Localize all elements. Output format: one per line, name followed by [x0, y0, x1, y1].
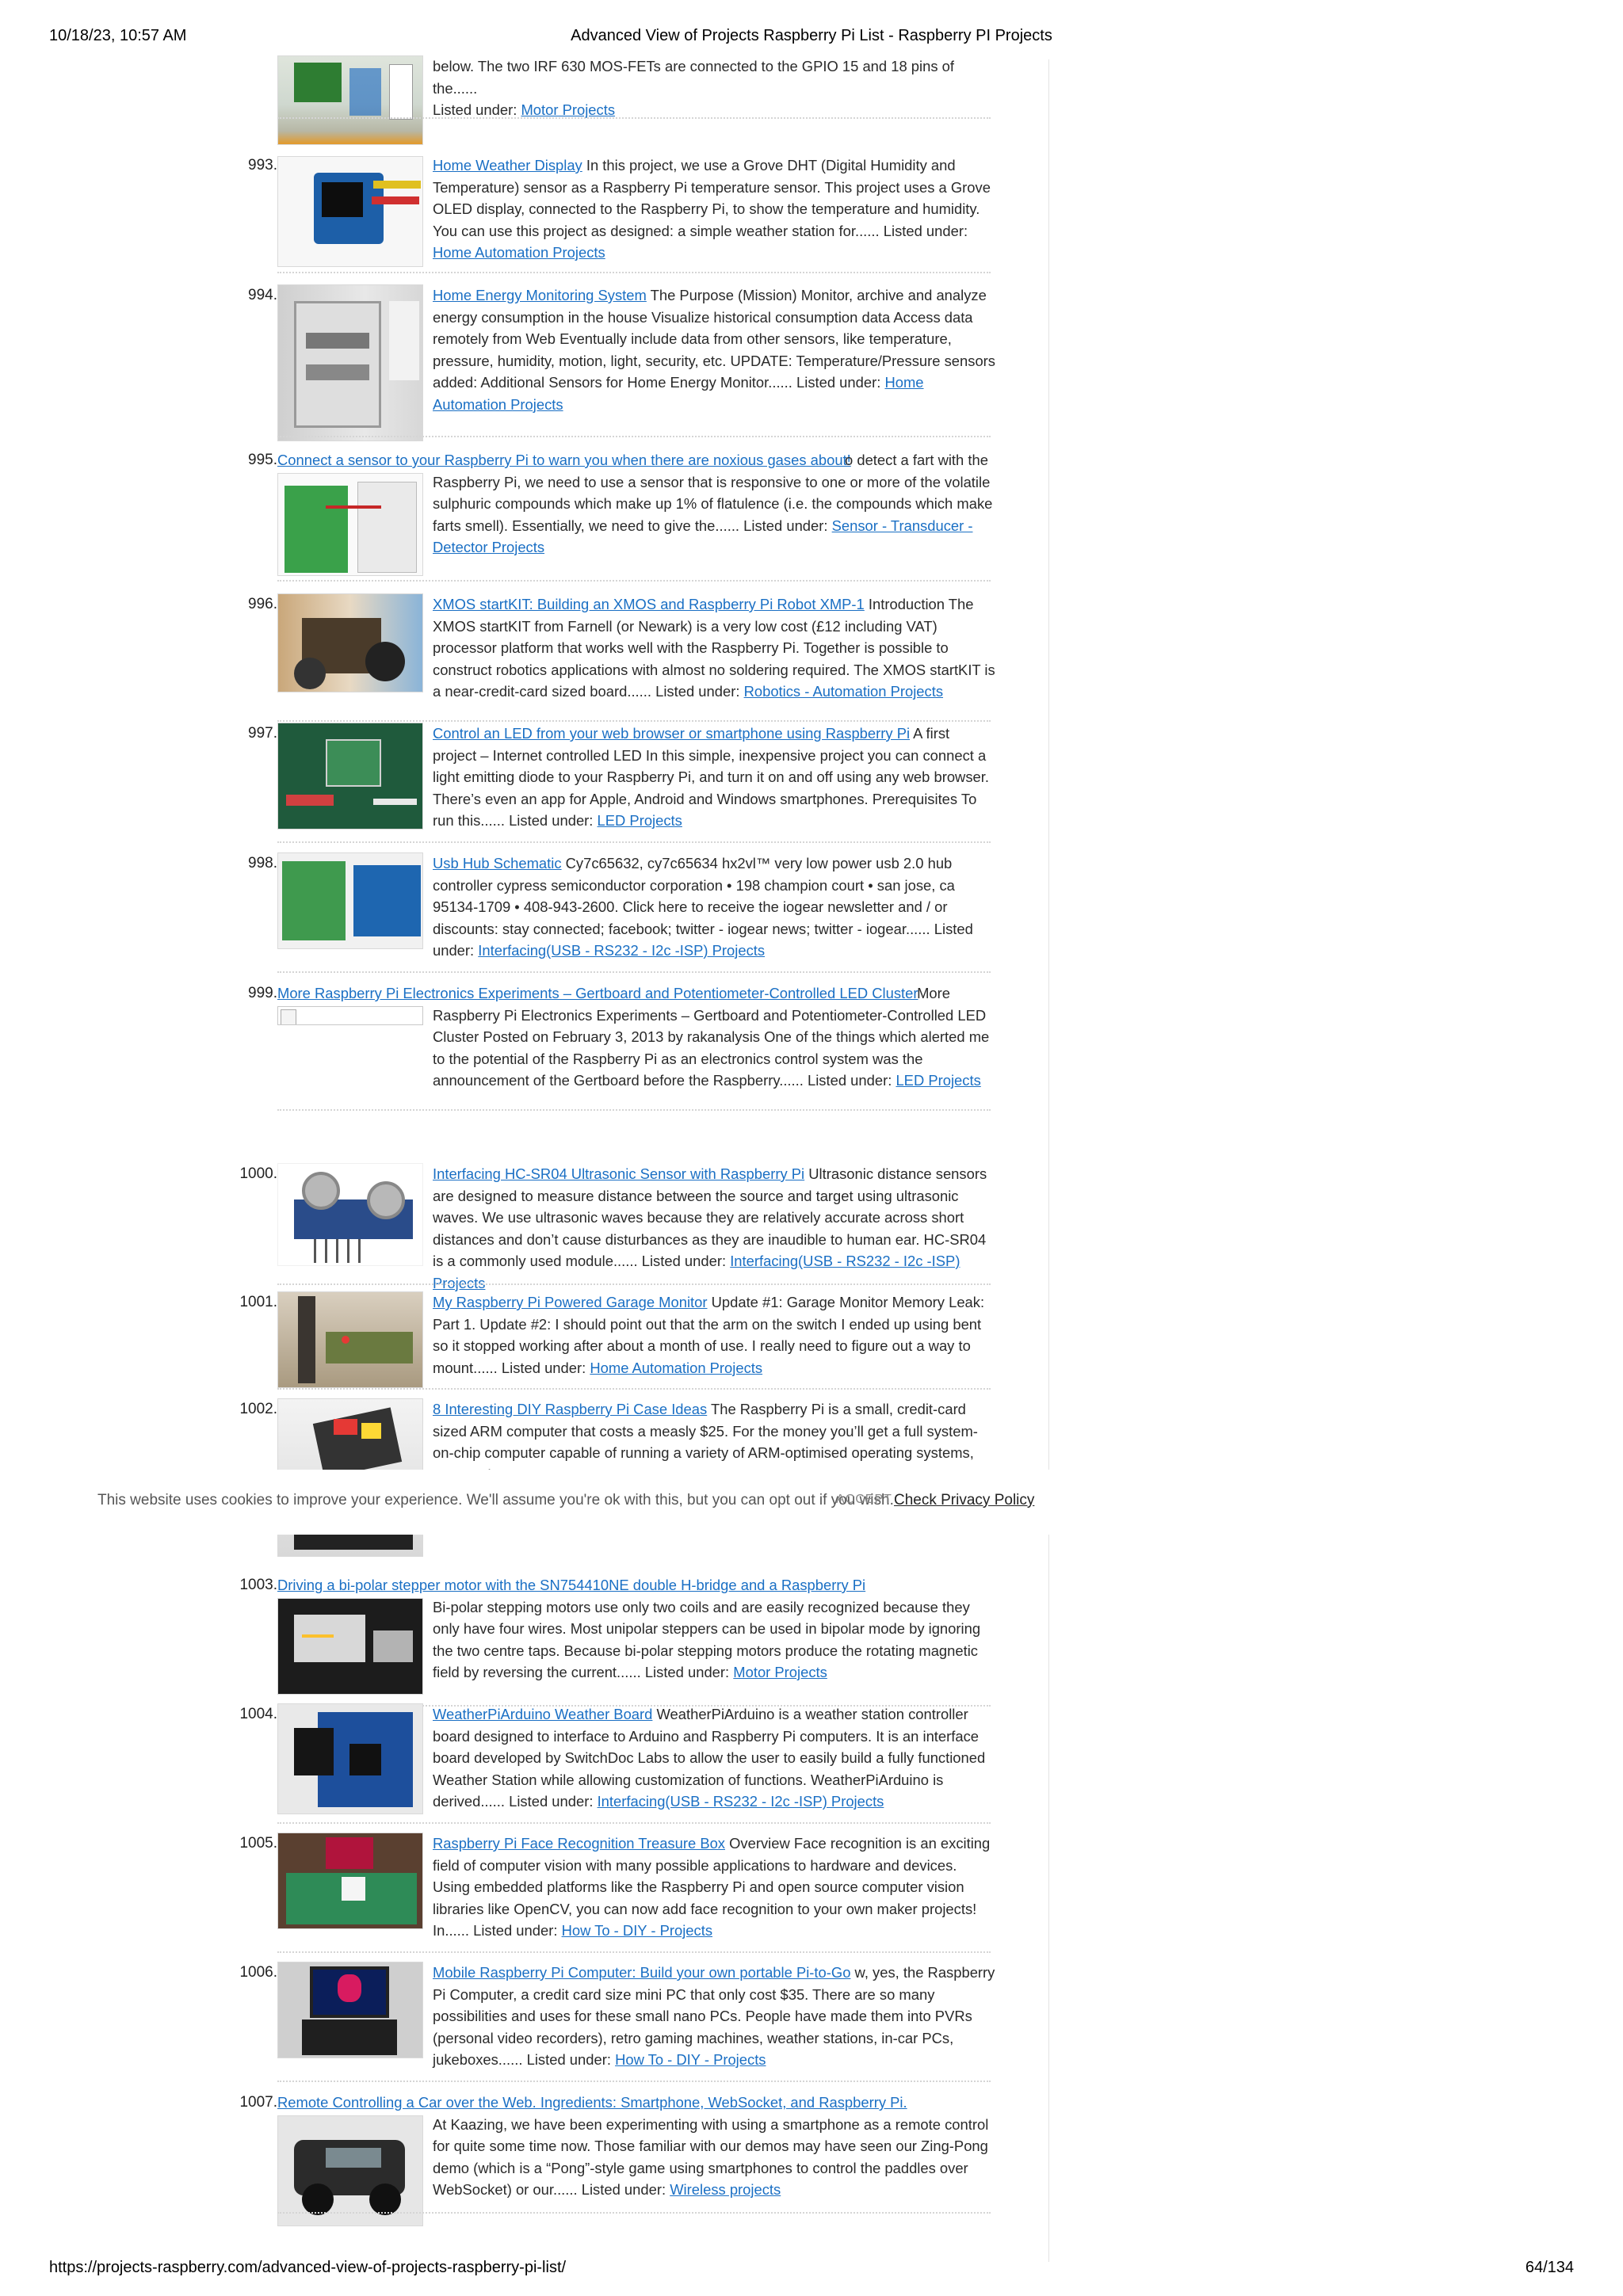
project-thumbnail[interactable] — [277, 593, 423, 692]
sidebar-divider — [1048, 59, 1049, 2262]
item-separator — [277, 272, 991, 273]
item-separator — [277, 720, 991, 722]
category-link[interactable]: Wireless projects — [670, 2181, 781, 2198]
item-separator — [277, 971, 991, 973]
project-thumbnail[interactable] — [277, 1962, 423, 2058]
category-link[interactable]: LED Projects — [598, 812, 682, 829]
project-title-link[interactable]: My Raspberry Pi Powered Garage Monitor — [433, 1294, 708, 1310]
item-number: 1002. — [239, 1401, 277, 1417]
item-body: Control an LED from your web browser or … — [433, 725, 989, 829]
item-number: 995. — [248, 452, 277, 468]
item-number: 1001. — [239, 1294, 277, 1310]
item-body: My Raspberry Pi Powered Garage Monitor U… — [433, 1294, 985, 1376]
category-link[interactable]: LED Projects — [896, 1072, 980, 1089]
item-separator — [277, 1951, 991, 1953]
item-separator — [277, 1109, 991, 1111]
item-body: XMOS startKIT: Building an XMOS and Rasp… — [433, 596, 995, 700]
category-link[interactable]: Interfacing(USB - RS232 - I2c -ISP) Proj… — [478, 942, 765, 959]
category-link[interactable]: Motor Projects — [733, 1664, 827, 1680]
category-link[interactable]: Home Automation Projects — [590, 1360, 762, 1376]
project-thumbnail-broken[interactable] — [277, 1006, 423, 1025]
print-url: https://projects-raspberry.com/advanced-… — [49, 2259, 567, 2276]
project-title-link[interactable]: XMOS startKIT: Building an XMOS and Rasp… — [433, 596, 865, 612]
item-body: WeatherPiArduino Weather Board WeatherPi… — [433, 1706, 986, 1810]
item-number: 996. — [248, 596, 277, 612]
item-separator — [277, 841, 991, 843]
project-title-link[interactable]: Home Weather Display — [433, 157, 582, 174]
print-header: 10/18/23, 10:57 AM Advanced View of Proj… — [49, 27, 1574, 51]
project-thumbnail[interactable] — [277, 1703, 423, 1814]
item-separator — [277, 117, 991, 119]
category-link[interactable]: Motor Projects — [521, 101, 615, 118]
item-number: 1005. — [239, 1835, 277, 1852]
project-title-link[interactable]: 8 Interesting DIY Raspberry Pi Case Idea… — [433, 1401, 707, 1417]
print-page-number: 64/134 — [1525, 2259, 1574, 2276]
item-number: 994. — [248, 287, 277, 303]
item-number: 1007. — [239, 2094, 277, 2111]
category-link[interactable]: How To - DIY - Projects — [562, 1922, 712, 1939]
privacy-policy-link[interactable]: Check Privacy Policy — [894, 1492, 1034, 1509]
item-body: Interfacing HC-SR04 Ultrasonic Sensor wi… — [433, 1165, 987, 1291]
project-thumbnail[interactable] — [277, 852, 423, 949]
print-page-title: Advanced View of Projects Raspberry Pi L… — [571, 27, 1052, 44]
item-separator — [277, 2081, 991, 2082]
project-title-link[interactable]: Control an LED from your web browser or … — [433, 725, 910, 742]
item-body: below. The two IRF 630 MOS-FETs are conn… — [433, 58, 954, 118]
item-number: 998. — [248, 855, 277, 871]
item-separator — [277, 1388, 991, 1390]
project-thumbnail[interactable] — [277, 473, 423, 576]
item-number: 1004. — [239, 1706, 277, 1722]
category-link[interactable]: Home Automation Projects — [433, 244, 605, 261]
item-number: 999. — [248, 985, 277, 1001]
item-separator — [277, 1283, 991, 1285]
project-title-link[interactable]: Home Energy Monitoring System — [433, 287, 647, 303]
item-number: 997. — [248, 725, 277, 742]
category-link[interactable]: Interfacing(USB - RS232 - I2c -ISP) Proj… — [598, 1793, 884, 1810]
item-body: Home Weather Display In this project, we… — [433, 157, 991, 261]
project-thumbnail[interactable] — [277, 1291, 423, 1388]
item-separator — [277, 1822, 991, 1824]
item-1007-description: At Kaazing, we have been experimenting w… — [433, 2115, 989, 2199]
item-1003-description: Bi-polar stepping motors use only two co… — [433, 1598, 981, 1681]
project-thumbnail[interactable] — [277, 2115, 423, 2226]
item-separator — [277, 436, 991, 437]
item-number: 1006. — [239, 1964, 277, 1981]
project-thumbnail[interactable] — [277, 1163, 423, 1266]
project-thumbnail[interactable] — [277, 723, 423, 830]
item-999-description: More Raspberry Pi Electronics Experiment… — [433, 985, 990, 1089]
item-number: 1003. — [239, 1577, 277, 1593]
project-thumbnail[interactable] — [277, 55, 423, 145]
item-body: Mobile Raspberry Pi Computer: Build your… — [433, 1964, 995, 2068]
item-body: Home Energy Monitoring System The Purpos… — [433, 287, 996, 413]
item-body: Usb Hub Schematic Cy7c65632, cy7c65634 h… — [433, 855, 973, 959]
print-footer: https://projects-raspberry.com/advanced-… — [49, 2259, 1574, 2283]
item-separator — [277, 580, 991, 582]
cookie-consent-bar: This website uses cookies to improve you… — [0, 1470, 1623, 1535]
project-thumbnail[interactable] — [277, 156, 423, 267]
project-title-link[interactable]: Interfacing HC-SR04 Ultrasonic Sensor wi… — [433, 1165, 804, 1182]
cookie-message: This website uses cookies to improve you… — [97, 1492, 894, 1508]
item-995-description: o detect a fart with the Raspberry Pi, w… — [433, 452, 993, 555]
item-body: Raspberry Pi Face Recognition Treasure B… — [433, 1835, 991, 1939]
project-thumbnail[interactable] — [277, 1833, 423, 1929]
category-link[interactable]: How To - DIY - Projects — [615, 2051, 766, 2068]
item-separator — [277, 2212, 991, 2214]
category-link[interactable]: Robotics - Automation Projects — [744, 683, 943, 700]
cookie-accept-button[interactable]: ACCEPT — [836, 1493, 892, 1507]
item-number: 993. — [248, 157, 277, 174]
project-thumbnail[interactable] — [277, 1598, 423, 1695]
item-number: 1000. — [239, 1165, 277, 1182]
project-title-link[interactable]: Raspberry Pi Face Recognition Treasure B… — [433, 1835, 725, 1852]
project-title-link[interactable]: Usb Hub Schematic — [433, 855, 562, 871]
project-thumbnail[interactable] — [277, 284, 423, 441]
project-title-link[interactable]: WeatherPiArduino Weather Board — [433, 1706, 652, 1722]
project-title-link[interactable]: Mobile Raspberry Pi Computer: Build your… — [433, 1964, 850, 1981]
